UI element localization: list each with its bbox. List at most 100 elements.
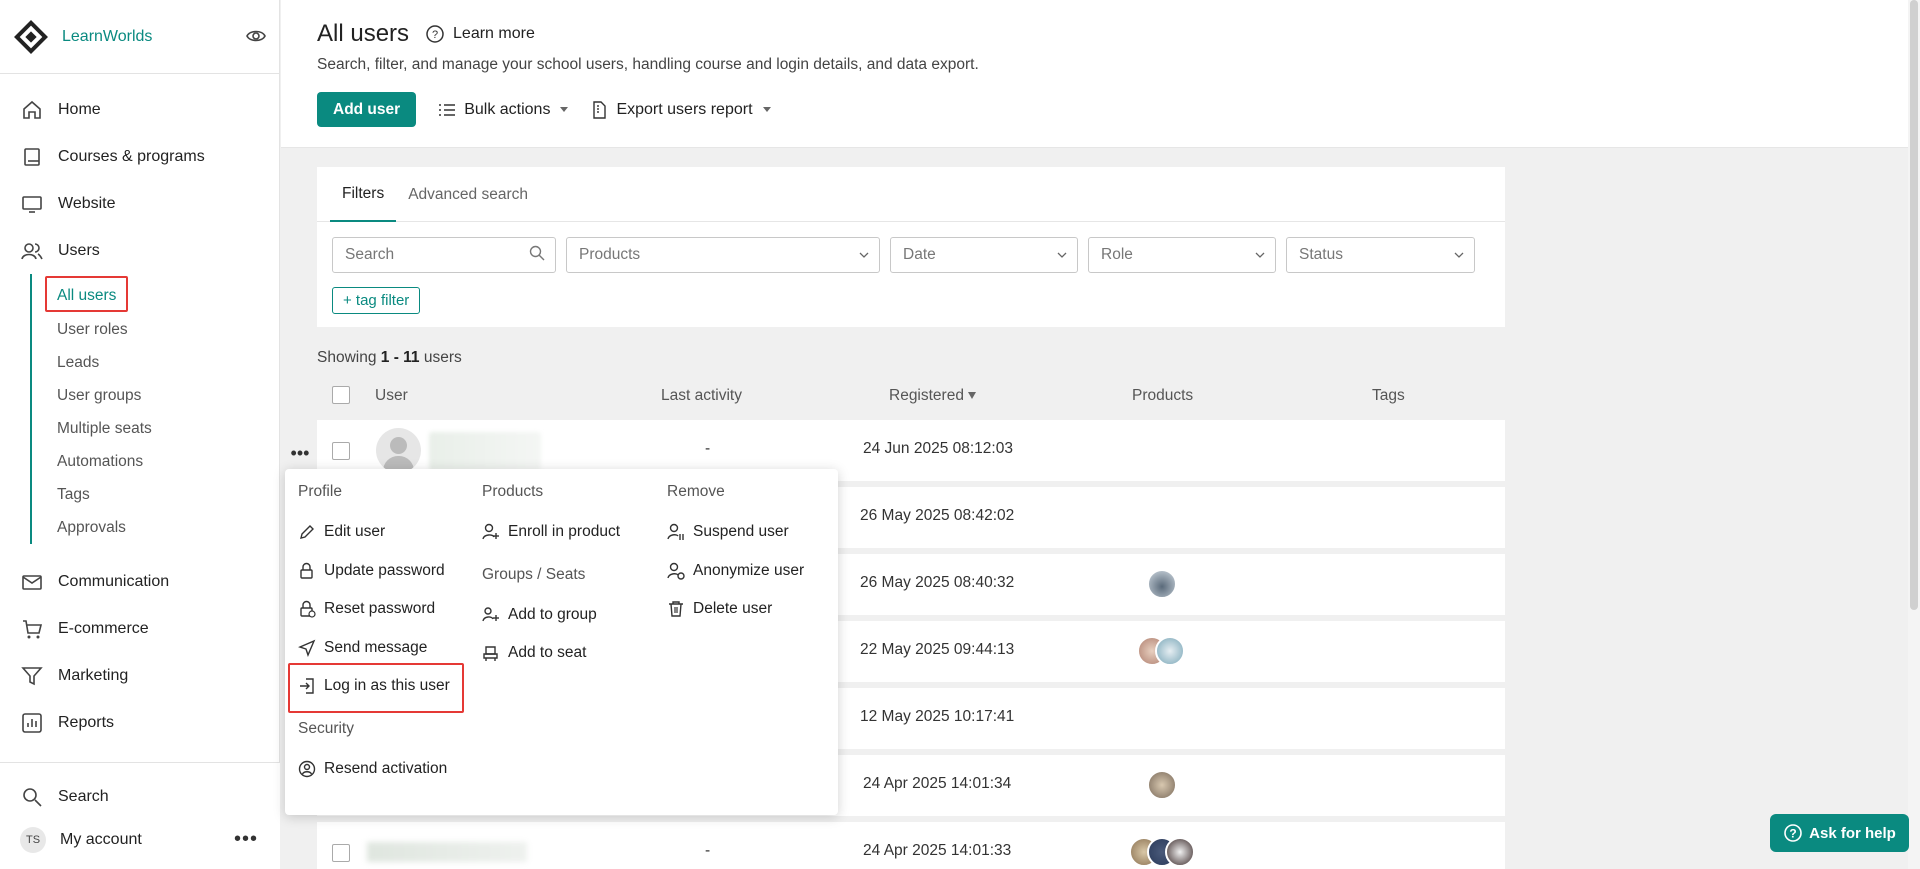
row-checkbox[interactable] — [332, 844, 350, 862]
secondary-nav: Communication E-commerce Marketing Repor… — [0, 544, 279, 746]
nav-item-reports[interactable]: Reports — [0, 699, 279, 746]
ask-for-help-button[interactable]: ? Ask for help — [1770, 814, 1909, 852]
nav-item-courses[interactable]: Courses & programs — [0, 133, 279, 180]
last-activity-cell: - — [705, 440, 711, 457]
sidebar-search[interactable]: Search — [0, 775, 280, 818]
registered-cell: 26 May 2025 08:40:32 — [860, 574, 1015, 591]
nav-item-communication[interactable]: Communication — [0, 558, 279, 605]
sub-item-automations[interactable]: Automations — [57, 445, 279, 478]
title-row: All users ? Learn more — [317, 20, 535, 48]
help-circle-icon: ? — [1783, 823, 1803, 843]
role-select[interactable]: Role — [1088, 237, 1276, 273]
menu-item-send-message[interactable]: Send message — [298, 629, 450, 668]
menu-item-add-to-group[interactable]: Add to group — [482, 596, 620, 635]
users-icon — [20, 239, 44, 263]
menu-item-resend-activation[interactable]: Resend activation — [298, 750, 450, 789]
sub-item-user-roles[interactable]: User roles — [57, 313, 279, 346]
menu-item-add-to-seat[interactable]: Add to seat — [482, 634, 620, 673]
filters-panel: Filters Advanced search Search Products … — [317, 167, 1505, 327]
more-icon[interactable]: ••• — [234, 828, 258, 851]
select-all-checkbox[interactable] — [332, 386, 350, 404]
nav-item-marketing[interactable]: Marketing — [0, 652, 279, 699]
search-input[interactable]: Search — [332, 237, 556, 273]
sub-item-leads[interactable]: Leads — [57, 346, 279, 379]
scrollbar-thumb[interactable] — [1910, 0, 1918, 610]
tab-filters[interactable]: Filters — [330, 167, 397, 222]
list-icon — [438, 101, 456, 119]
login-icon — [298, 677, 316, 695]
users-plus-icon — [482, 606, 500, 624]
sidebar-account[interactable]: TS My account ••• — [0, 818, 280, 861]
status-select-label: Status — [1299, 246, 1343, 263]
sub-item-tags[interactable]: Tags — [57, 478, 279, 511]
menu-item-edit-user[interactable]: Edit user — [298, 513, 450, 552]
product-thumbnails — [1147, 569, 1177, 599]
menu-item-update-password[interactable]: Update password — [298, 552, 450, 591]
page-subtitle: Search, filter, and manage your school u… — [317, 56, 979, 73]
sidebar-search-label: Search — [58, 787, 109, 805]
brand-name[interactable]: LearnWorlds — [62, 28, 152, 46]
learnworlds-logo-icon[interactable] — [12, 18, 50, 56]
add-user-button[interactable]: Add user — [317, 92, 417, 127]
menu-item-reset-password[interactable]: Reset password — [298, 590, 450, 629]
product-thumbnail[interactable] — [1147, 770, 1177, 800]
column-registered[interactable]: Registered — [889, 387, 976, 405]
product-thumbnails — [1137, 636, 1185, 666]
date-select[interactable]: Date — [890, 237, 1078, 273]
user-plus-icon — [482, 523, 500, 541]
table-row[interactable]: - 24 Apr 2025 14:01:33 — [317, 822, 1505, 869]
nav-item-website[interactable]: Website — [0, 180, 279, 227]
menu-item-enroll-in-product[interactable]: Enroll in product — [482, 513, 620, 552]
pencil-icon — [298, 523, 316, 541]
learn-more-link[interactable]: ? Learn more — [425, 24, 535, 44]
registered-cell: 12 May 2025 10:17:41 — [860, 708, 1015, 725]
product-thumbnail[interactable] — [1165, 837, 1195, 867]
products-select[interactable]: Products — [566, 237, 880, 273]
registered-cell: 24 Apr 2025 14:01:34 — [863, 775, 1012, 792]
row-actions-icon[interactable]: ••• — [285, 441, 315, 465]
product-thumbnail[interactable] — [1147, 569, 1177, 599]
nav-label: Reports — [58, 713, 115, 731]
chevron-down-icon — [859, 252, 869, 258]
menu-item-label: Reset password — [324, 600, 436, 618]
sub-item-approvals[interactable]: Approvals — [57, 511, 279, 544]
sub-item-multiple-seats[interactable]: Multiple seats — [57, 412, 279, 445]
menu-item-label: Update password — [324, 561, 445, 579]
page-scrollbar[interactable] — [1908, 0, 1920, 869]
column-tags[interactable]: Tags — [1372, 387, 1405, 405]
bulk-actions-label: Bulk actions — [464, 100, 551, 118]
eye-icon[interactable] — [245, 25, 267, 47]
column-user[interactable]: User — [375, 387, 408, 405]
menu-item-log-in-as-user[interactable]: Log in as this user — [298, 667, 450, 706]
tag-filter-button[interactable]: + tag filter — [332, 287, 421, 314]
page-header: All users ? Learn more Search, filter, a… — [281, 0, 1920, 148]
menu-item-delete-user[interactable]: Delete user — [667, 590, 804, 629]
product-thumbnail[interactable] — [1155, 636, 1185, 666]
tab-advanced-search[interactable]: Advanced search — [396, 167, 540, 222]
row-checkbox[interactable] — [332, 442, 350, 460]
nav-item-home[interactable]: Home — [0, 86, 279, 133]
page-title: All users — [317, 20, 410, 47]
sub-item-user-groups[interactable]: User groups — [57, 379, 279, 412]
menu-item-suspend-user[interactable]: Suspend user — [667, 513, 804, 552]
menu-item-anonymize-user[interactable]: Anonymize user — [667, 552, 804, 591]
chevron-down-icon — [1255, 252, 1265, 258]
menu-heading-groups-seats: Groups / Seats — [482, 565, 586, 583]
menu-item-label: Edit user — [324, 523, 386, 541]
column-products[interactable]: Products — [1132, 387, 1193, 405]
nav-item-users[interactable]: Users — [0, 227, 279, 274]
column-last-activity[interactable]: Last activity — [661, 387, 742, 405]
export-users-report-button[interactable]: Export users report — [590, 101, 771, 119]
svg-text:?: ? — [1789, 827, 1796, 841]
svg-text:?: ? — [432, 29, 438, 41]
menu-heading-remove: Remove — [667, 483, 725, 500]
user-circle-icon — [298, 760, 316, 778]
nav-item-ecommerce[interactable]: E-commerce — [0, 605, 279, 652]
search-placeholder: Search — [345, 246, 395, 263]
registered-cell: 24 Jun 2025 08:12:03 — [863, 440, 1013, 457]
lock-reset-icon — [298, 600, 316, 618]
lock-icon — [298, 562, 316, 580]
bulk-actions-button[interactable]: Bulk actions — [438, 100, 569, 119]
status-select[interactable]: Status — [1286, 237, 1475, 273]
nav-label: Home — [58, 100, 101, 118]
